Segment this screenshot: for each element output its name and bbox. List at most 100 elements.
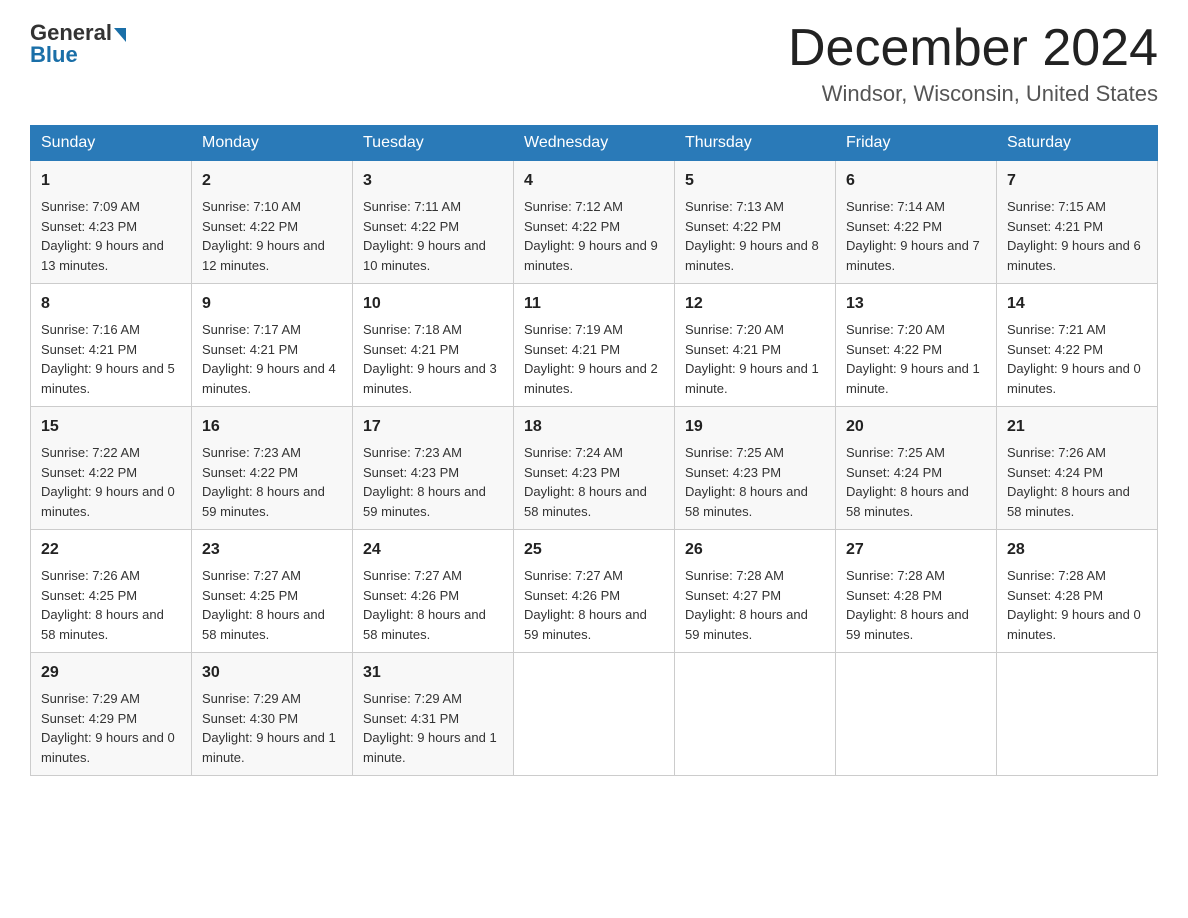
calendar-cell: 30 Sunrise: 7:29 AMSunset: 4:30 PMDaylig…	[192, 653, 353, 776]
calendar-cell: 13 Sunrise: 7:20 AMSunset: 4:22 PMDaylig…	[836, 284, 997, 407]
day-number: 8	[41, 292, 181, 316]
day-info: Sunrise: 7:28 AMSunset: 4:27 PMDaylight:…	[685, 568, 808, 642]
header-cell-monday: Monday	[192, 126, 353, 161]
calendar-cell: 21 Sunrise: 7:26 AMSunset: 4:24 PMDaylig…	[997, 407, 1158, 530]
day-number: 19	[685, 415, 825, 439]
calendar-body: 1 Sunrise: 7:09 AMSunset: 4:23 PMDayligh…	[31, 161, 1158, 776]
day-number: 25	[524, 538, 664, 562]
day-info: Sunrise: 7:23 AMSunset: 4:23 PMDaylight:…	[363, 445, 486, 519]
day-info: Sunrise: 7:14 AMSunset: 4:22 PMDaylight:…	[846, 199, 980, 273]
calendar-row: 15 Sunrise: 7:22 AMSunset: 4:22 PMDaylig…	[31, 407, 1158, 530]
day-info: Sunrise: 7:18 AMSunset: 4:21 PMDaylight:…	[363, 322, 497, 396]
calendar-cell: 16 Sunrise: 7:23 AMSunset: 4:22 PMDaylig…	[192, 407, 353, 530]
day-info: Sunrise: 7:19 AMSunset: 4:21 PMDaylight:…	[524, 322, 658, 396]
calendar-cell: 15 Sunrise: 7:22 AMSunset: 4:22 PMDaylig…	[31, 407, 192, 530]
calendar-row: 1 Sunrise: 7:09 AMSunset: 4:23 PMDayligh…	[31, 161, 1158, 284]
day-number: 9	[202, 292, 342, 316]
header-cell-friday: Friday	[836, 126, 997, 161]
calendar-row: 29 Sunrise: 7:29 AMSunset: 4:29 PMDaylig…	[31, 653, 1158, 776]
day-number: 2	[202, 169, 342, 193]
logo-blue-text: Blue	[30, 42, 78, 68]
day-number: 4	[524, 169, 664, 193]
calendar-cell: 28 Sunrise: 7:28 AMSunset: 4:28 PMDaylig…	[997, 530, 1158, 653]
calendar-cell: 25 Sunrise: 7:27 AMSunset: 4:26 PMDaylig…	[514, 530, 675, 653]
calendar-cell: 19 Sunrise: 7:25 AMSunset: 4:23 PMDaylig…	[675, 407, 836, 530]
day-number: 17	[363, 415, 503, 439]
day-number: 6	[846, 169, 986, 193]
day-info: Sunrise: 7:23 AMSunset: 4:22 PMDaylight:…	[202, 445, 325, 519]
day-info: Sunrise: 7:26 AMSunset: 4:24 PMDaylight:…	[1007, 445, 1130, 519]
calendar-cell: 3 Sunrise: 7:11 AMSunset: 4:22 PMDayligh…	[353, 161, 514, 284]
day-number: 23	[202, 538, 342, 562]
month-title: December 2024	[788, 20, 1158, 77]
day-info: Sunrise: 7:15 AMSunset: 4:21 PMDaylight:…	[1007, 199, 1141, 273]
calendar-cell: 27 Sunrise: 7:28 AMSunset: 4:28 PMDaylig…	[836, 530, 997, 653]
header-row: SundayMondayTuesdayWednesdayThursdayFrid…	[31, 126, 1158, 161]
day-info: Sunrise: 7:27 AMSunset: 4:25 PMDaylight:…	[202, 568, 325, 642]
header-cell-tuesday: Tuesday	[353, 126, 514, 161]
calendar-cell	[675, 653, 836, 776]
day-info: Sunrise: 7:24 AMSunset: 4:23 PMDaylight:…	[524, 445, 647, 519]
day-info: Sunrise: 7:29 AMSunset: 4:29 PMDaylight:…	[41, 691, 175, 765]
calendar-cell: 6 Sunrise: 7:14 AMSunset: 4:22 PMDayligh…	[836, 161, 997, 284]
day-number: 5	[685, 169, 825, 193]
calendar-cell: 9 Sunrise: 7:17 AMSunset: 4:21 PMDayligh…	[192, 284, 353, 407]
calendar-cell: 20 Sunrise: 7:25 AMSunset: 4:24 PMDaylig…	[836, 407, 997, 530]
day-number: 31	[363, 661, 503, 685]
day-number: 28	[1007, 538, 1147, 562]
calendar-cell: 10 Sunrise: 7:18 AMSunset: 4:21 PMDaylig…	[353, 284, 514, 407]
day-info: Sunrise: 7:25 AMSunset: 4:23 PMDaylight:…	[685, 445, 808, 519]
day-info: Sunrise: 7:09 AMSunset: 4:23 PMDaylight:…	[41, 199, 164, 273]
day-number: 14	[1007, 292, 1147, 316]
logo: General Blue	[30, 20, 128, 68]
header-cell-saturday: Saturday	[997, 126, 1158, 161]
day-info: Sunrise: 7:12 AMSunset: 4:22 PMDaylight:…	[524, 199, 658, 273]
calendar-cell: 4 Sunrise: 7:12 AMSunset: 4:22 PMDayligh…	[514, 161, 675, 284]
day-info: Sunrise: 7:22 AMSunset: 4:22 PMDaylight:…	[41, 445, 175, 519]
day-number: 7	[1007, 169, 1147, 193]
calendar-header: SundayMondayTuesdayWednesdayThursdayFrid…	[31, 126, 1158, 161]
header-cell-sunday: Sunday	[31, 126, 192, 161]
calendar-cell: 7 Sunrise: 7:15 AMSunset: 4:21 PMDayligh…	[997, 161, 1158, 284]
day-info: Sunrise: 7:21 AMSunset: 4:22 PMDaylight:…	[1007, 322, 1141, 396]
location: Windsor, Wisconsin, United States	[788, 81, 1158, 107]
calendar-cell: 8 Sunrise: 7:16 AMSunset: 4:21 PMDayligh…	[31, 284, 192, 407]
calendar-row: 8 Sunrise: 7:16 AMSunset: 4:21 PMDayligh…	[31, 284, 1158, 407]
day-info: Sunrise: 7:25 AMSunset: 4:24 PMDaylight:…	[846, 445, 969, 519]
day-number: 27	[846, 538, 986, 562]
calendar-cell	[997, 653, 1158, 776]
day-info: Sunrise: 7:11 AMSunset: 4:22 PMDaylight:…	[363, 199, 486, 273]
day-info: Sunrise: 7:27 AMSunset: 4:26 PMDaylight:…	[524, 568, 647, 642]
day-number: 10	[363, 292, 503, 316]
day-number: 21	[1007, 415, 1147, 439]
day-info: Sunrise: 7:20 AMSunset: 4:22 PMDaylight:…	[846, 322, 980, 396]
header-cell-wednesday: Wednesday	[514, 126, 675, 161]
calendar-cell	[514, 653, 675, 776]
day-info: Sunrise: 7:17 AMSunset: 4:21 PMDaylight:…	[202, 322, 336, 396]
day-info: Sunrise: 7:28 AMSunset: 4:28 PMDaylight:…	[846, 568, 969, 642]
day-number: 16	[202, 415, 342, 439]
day-info: Sunrise: 7:29 AMSunset: 4:30 PMDaylight:…	[202, 691, 336, 765]
calendar-cell: 18 Sunrise: 7:24 AMSunset: 4:23 PMDaylig…	[514, 407, 675, 530]
calendar-cell: 22 Sunrise: 7:26 AMSunset: 4:25 PMDaylig…	[31, 530, 192, 653]
calendar-cell: 2 Sunrise: 7:10 AMSunset: 4:22 PMDayligh…	[192, 161, 353, 284]
calendar-cell: 5 Sunrise: 7:13 AMSunset: 4:22 PMDayligh…	[675, 161, 836, 284]
day-number: 15	[41, 415, 181, 439]
day-number: 24	[363, 538, 503, 562]
calendar-table: SundayMondayTuesdayWednesdayThursdayFrid…	[30, 125, 1158, 776]
calendar-cell: 1 Sunrise: 7:09 AMSunset: 4:23 PMDayligh…	[31, 161, 192, 284]
calendar-cell: 29 Sunrise: 7:29 AMSunset: 4:29 PMDaylig…	[31, 653, 192, 776]
day-number: 20	[846, 415, 986, 439]
day-info: Sunrise: 7:26 AMSunset: 4:25 PMDaylight:…	[41, 568, 164, 642]
day-number: 22	[41, 538, 181, 562]
calendar-cell: 14 Sunrise: 7:21 AMSunset: 4:22 PMDaylig…	[997, 284, 1158, 407]
day-number: 30	[202, 661, 342, 685]
day-info: Sunrise: 7:10 AMSunset: 4:22 PMDaylight:…	[202, 199, 325, 273]
header-cell-thursday: Thursday	[675, 126, 836, 161]
day-info: Sunrise: 7:16 AMSunset: 4:21 PMDaylight:…	[41, 322, 175, 396]
calendar-cell: 26 Sunrise: 7:28 AMSunset: 4:27 PMDaylig…	[675, 530, 836, 653]
day-number: 11	[524, 292, 664, 316]
day-number: 12	[685, 292, 825, 316]
title-block: December 2024 Windsor, Wisconsin, United…	[788, 20, 1158, 107]
day-number: 29	[41, 661, 181, 685]
